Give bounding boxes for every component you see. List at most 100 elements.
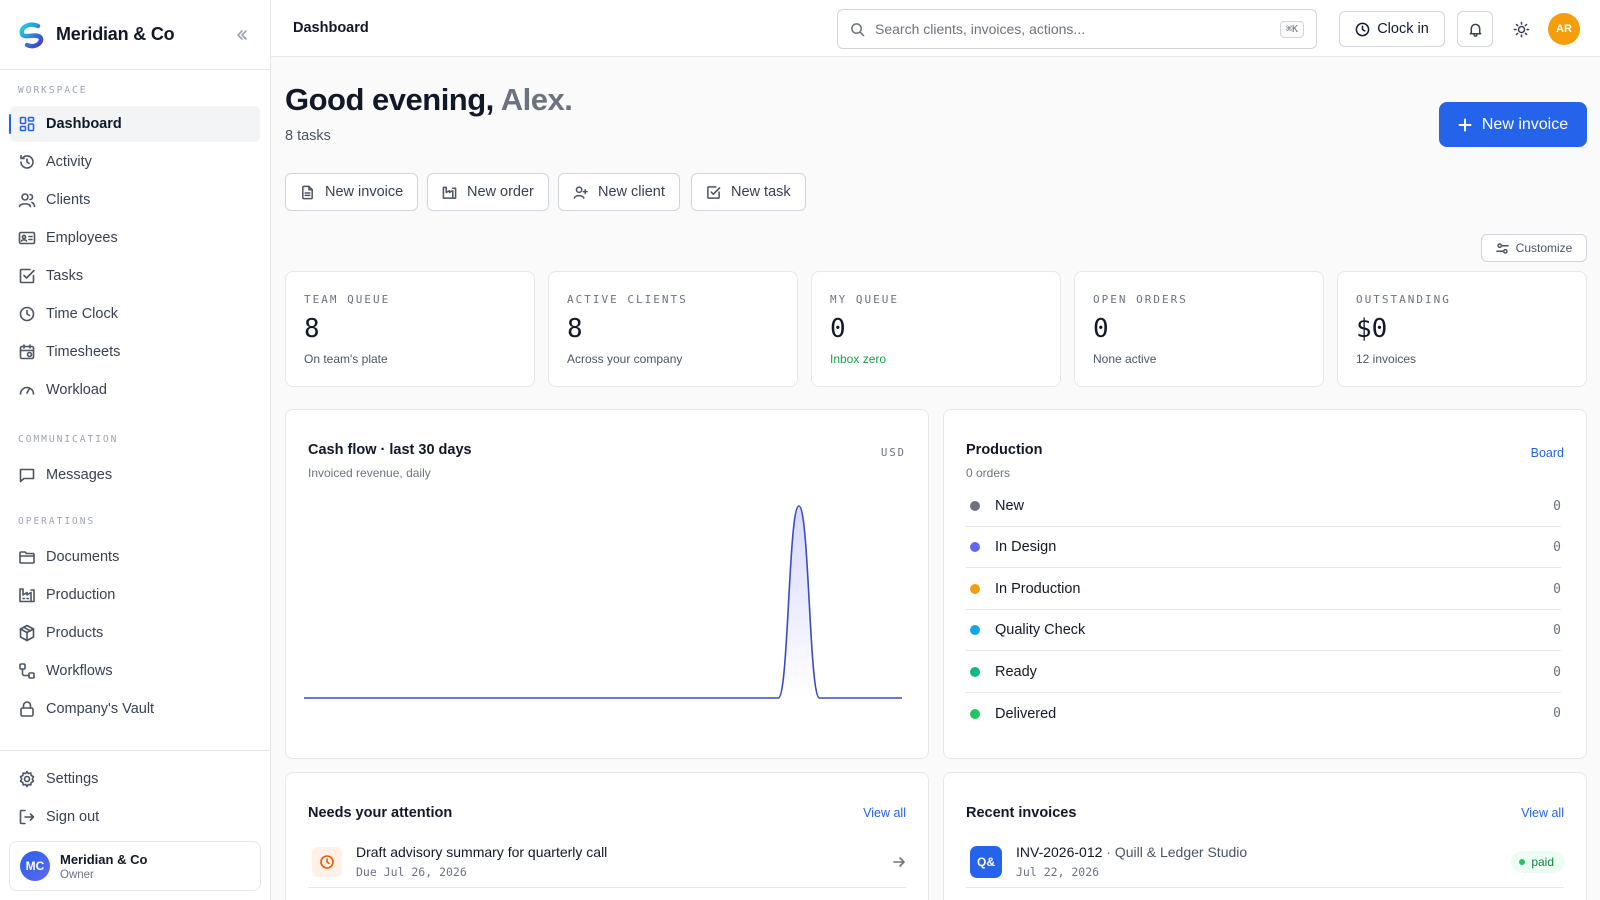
attention-view-all-link[interactable]: View all: [863, 806, 906, 820]
arrow-right-icon: [892, 855, 906, 869]
check-square-icon: [18, 267, 36, 285]
search-input[interactable]: [875, 21, 1280, 37]
sign-out-button[interactable]: Sign out: [10, 799, 260, 835]
invoice-number: INV-2026-012: [1016, 844, 1103, 860]
stat-card-open-orders[interactable]: OPEN ORDERS 0 None active: [1074, 271, 1324, 387]
user-avatar[interactable]: AR: [1548, 13, 1580, 45]
sidebar-item-clients[interactable]: Clients: [10, 182, 260, 218]
cashflow-subtitle: Invoiced revenue, daily: [308, 466, 431, 480]
customize-label: Customize: [1515, 241, 1573, 255]
production-subtitle: 0 orders: [966, 466, 1011, 480]
client-badge: Q&: [970, 845, 1002, 878]
stage-count: 0: [1553, 622, 1561, 638]
stage-name: New: [995, 498, 1025, 514]
sidebar-item-label: Production: [46, 587, 116, 603]
sliders-icon: [1495, 242, 1509, 255]
account-role: Owner: [60, 868, 94, 881]
notifications-button[interactable]: [1457, 11, 1493, 47]
stage-row-in-production[interactable]: In Production 0: [966, 569, 1561, 610]
clock-in-label: Clock in: [1377, 21, 1429, 37]
sidebar-item-production[interactable]: Production: [10, 577, 260, 613]
calendar-icon: [18, 343, 36, 361]
quick-new-invoice-button[interactable]: New invoice: [285, 173, 419, 211]
settings-button[interactable]: Settings: [10, 761, 260, 797]
brand-name[interactable]: Meridian & Co: [56, 24, 175, 45]
sidebar-item-time-clock[interactable]: Time Clock: [10, 296, 260, 332]
clock-in-button[interactable]: Clock in: [1339, 11, 1445, 47]
cashflow-title: Cash flow · last 30 days: [308, 442, 472, 458]
gear-icon: [18, 770, 36, 788]
sidebar-item-dashboard[interactable]: Dashboard: [9, 106, 260, 142]
brand-logo-icon[interactable]: [16, 20, 46, 50]
sidebar-item-products[interactable]: Products: [10, 615, 260, 651]
sidebar-item-activity[interactable]: Activity: [10, 144, 260, 180]
stage-row-delivered[interactable]: Delivered 0: [966, 693, 1561, 734]
sidebar-item-employees[interactable]: Employees: [10, 220, 260, 256]
sign-out-icon: [18, 808, 36, 826]
stage-dot: [970, 501, 980, 511]
sidebar-item-timesheets[interactable]: Timesheets: [10, 334, 260, 370]
stage-row-in-design[interactable]: In Design 0: [966, 527, 1561, 568]
section-label-workspace: WORKSPACE: [18, 85, 88, 96]
stat-label: MY QUEUE: [830, 293, 899, 306]
check-square-icon: [706, 185, 721, 200]
quick-new-client-button[interactable]: New client: [558, 173, 680, 211]
stat-subtext: On team's plate: [304, 352, 388, 366]
sidebar-item-workflows[interactable]: Workflows: [10, 653, 260, 689]
grid-icon: [18, 115, 36, 133]
stat-card-active-clients[interactable]: ACTIVE CLIENTS 8 Across your company: [548, 271, 798, 387]
stat-subtext: 12 invoices: [1356, 352, 1417, 366]
account-switcher[interactable]: MC Meridian & Co Owner: [9, 841, 261, 891]
stage-count: 0: [1553, 539, 1561, 555]
stat-subtext: Across your company: [567, 352, 683, 366]
stage-row-new[interactable]: New 0: [966, 486, 1561, 527]
stage-row-ready[interactable]: Ready 0: [966, 652, 1561, 693]
stage-name: Delivered: [995, 705, 1057, 722]
sidebar-item-tasks[interactable]: Tasks: [10, 258, 260, 294]
recent-invoices-card: Recent invoices View all Q& INV-2026-012…: [943, 772, 1587, 900]
stat-value: 8: [304, 314, 320, 344]
stat-card-team-queue[interactable]: TEAM QUEUE 8 On team's plate: [285, 271, 535, 387]
clock-icon: [1355, 22, 1370, 37]
search-box[interactable]: ⌘K: [837, 9, 1317, 49]
quick-action-label: New task: [731, 184, 791, 200]
clock-icon: [18, 305, 36, 323]
stat-value: 0: [1093, 314, 1109, 344]
stage-dot: [970, 542, 980, 552]
sidebar-item-label: Timesheets: [46, 344, 121, 360]
top-bar: Dashboard ⌘K Clock in AR: [271, 0, 1600, 57]
quick-new-task-button[interactable]: New task: [691, 173, 806, 211]
stat-card-outstanding[interactable]: OUTSTANDING $0 12 invoices: [1337, 271, 1587, 387]
plus-icon: [1458, 118, 1472, 132]
stage-dot: [970, 667, 980, 677]
sidebar-item-label: Messages: [46, 467, 113, 483]
board-link[interactable]: Board: [1531, 446, 1564, 460]
avatar: MC: [20, 851, 50, 881]
collapse-sidebar-icon[interactable]: [230, 23, 254, 47]
sidebar-item-documents[interactable]: Documents: [10, 539, 260, 575]
attention-title: Needs your attention: [308, 805, 453, 821]
stage-row-quality-check[interactable]: Quality Check 0: [966, 610, 1561, 651]
stat-value: 0: [830, 314, 846, 344]
sidebar-item-label: Employees: [46, 230, 118, 246]
quick-new-order-button[interactable]: New order: [427, 173, 549, 211]
greeting-name: Alex.: [500, 82, 573, 117]
invoice-client: Quill & Ledger Studio: [1114, 844, 1248, 860]
stat-label: ACTIVE CLIENTS: [567, 293, 688, 306]
account-name: Meridian & Co: [60, 851, 148, 867]
stat-label: TEAM QUEUE: [304, 293, 391, 306]
sidebar-item-label: Clients: [46, 192, 91, 208]
sidebar-item-messages[interactable]: Messages: [10, 457, 260, 493]
status-label: paid: [1531, 854, 1554, 869]
theme-toggle-button[interactable]: [1503, 11, 1539, 47]
sidebar-item-workload[interactable]: Workload: [10, 372, 260, 408]
stat-subtext: None active: [1093, 352, 1157, 366]
new-invoice-primary-button[interactable]: New invoice: [1439, 102, 1587, 147]
stat-card-my-queue[interactable]: MY QUEUE 0 Inbox zero: [811, 271, 1061, 387]
customize-button[interactable]: Customize: [1481, 234, 1587, 262]
invoices-view-all-link[interactable]: View all: [1521, 806, 1564, 820]
sidebar-item-company-vault[interactable]: Company's Vault: [10, 691, 260, 727]
attention-item[interactable]: Draft advisory summary for quarterly cal…: [308, 836, 906, 888]
invoice-row[interactable]: Q& INV-2026-012 · Quill & Ledger Studio …: [966, 836, 1564, 888]
sidebar-item-label: Activity: [46, 154, 92, 170]
